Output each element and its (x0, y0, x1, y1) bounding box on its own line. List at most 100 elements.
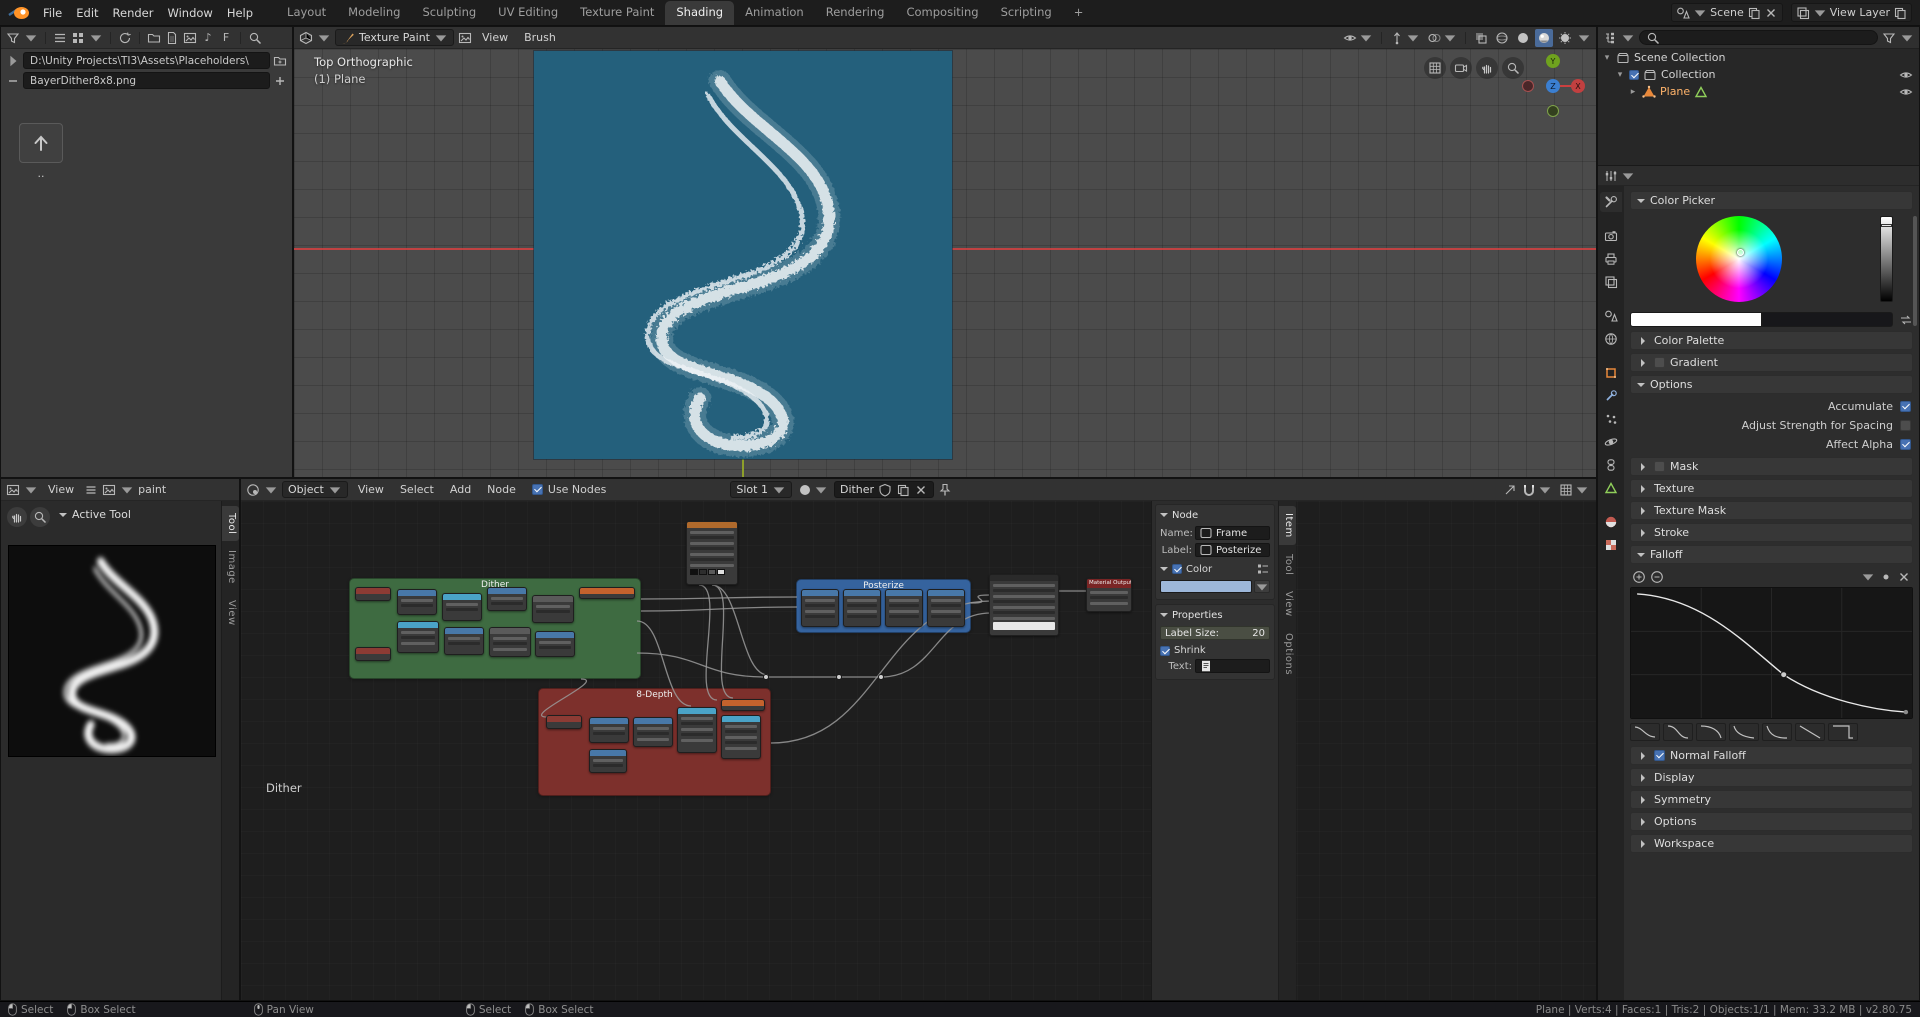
shader-node[interactable] (677, 707, 717, 753)
section-symmetry[interactable]: Symmetry (1630, 790, 1913, 809)
shader-node[interactable] (535, 631, 575, 657)
delete-point-icon[interactable] (1897, 570, 1911, 584)
chevron-down-icon[interactable] (1900, 31, 1914, 45)
properties-tab-material[interactable] (1600, 512, 1622, 532)
properties-tab-physics[interactable] (1600, 432, 1622, 452)
copy-icon[interactable] (1893, 6, 1907, 20)
chevron-down-icon[interactable] (89, 31, 103, 45)
pin-icon[interactable] (938, 483, 952, 497)
falloff-preset-sharp[interactable] (1762, 723, 1792, 741)
shader-tab-tool[interactable]: Tool (1279, 547, 1296, 582)
shader-node[interactable] (487, 587, 527, 611)
shader-node[interactable] (397, 621, 439, 653)
shader-node[interactable] (355, 647, 391, 661)
filter-folder-icon[interactable] (147, 31, 161, 45)
falloff-preset-smooth[interactable] (1630, 723, 1660, 741)
shader-node[interactable] (633, 717, 673, 747)
mode-dropdown[interactable]: Texture Paint (335, 29, 454, 46)
camera-view-icon[interactable] (1450, 57, 1472, 79)
label-size-slider[interactable]: Label Size:20 (1160, 626, 1270, 640)
workspace-tab-layout[interactable]: Layout (276, 1, 337, 25)
properties-tab-world[interactable] (1600, 329, 1622, 349)
painted-plane[interactable] (534, 51, 952, 459)
blender-logo-icon[interactable] (8, 6, 30, 20)
shader-node[interactable] (532, 595, 574, 623)
material-name-input[interactable]: Dither (834, 481, 934, 498)
shading-wireframe[interactable] (1493, 29, 1511, 47)
filter-document-icon[interactable] (165, 31, 179, 45)
disclosure-arrow[interactable]: ▾ (1602, 53, 1612, 63)
workspace-tab-compositing[interactable]: Compositing (895, 1, 989, 25)
copy-icon[interactable] (1747, 6, 1761, 20)
properties-tab-viewlayer[interactable] (1600, 272, 1622, 292)
gizmos-toggle[interactable] (1388, 29, 1422, 47)
frame-color-swatch[interactable] (1160, 580, 1252, 593)
visibility-eye-icon[interactable] (1899, 68, 1913, 82)
outliner-item-scene-collection[interactable]: ▾Scene Collection (1598, 49, 1919, 66)
properties-tab-texture[interactable] (1600, 535, 1622, 555)
section-texture[interactable]: Texture (1630, 479, 1913, 498)
normal-falloff-checkbox[interactable] (1654, 750, 1665, 761)
grid-toggle-icon[interactable] (1424, 57, 1446, 79)
properties-tab-scene[interactable] (1600, 306, 1622, 326)
menu-view[interactable]: View (42, 481, 80, 498)
increment-icon[interactable] (273, 74, 287, 88)
section-normal-falloff[interactable]: Normal Falloff (1630, 746, 1913, 765)
secondary-color-swatch[interactable] (1762, 312, 1894, 327)
fake-user-icon[interactable] (878, 483, 892, 497)
menu-brush[interactable]: Brush (518, 29, 562, 46)
search-icon[interactable] (248, 31, 262, 45)
shader-tab-options[interactable]: Options (1279, 626, 1296, 682)
node-label-input[interactable]: Posterize (1195, 543, 1270, 557)
falloff-preset-smoother[interactable] (1663, 723, 1693, 741)
menu-edit[interactable]: Edit (69, 3, 105, 23)
swap-colors-icon[interactable] (1899, 313, 1913, 327)
scrollbar[interactable] (1913, 216, 1917, 326)
menu-render[interactable]: Render (106, 3, 161, 23)
section-falloff[interactable]: Falloff (1630, 545, 1913, 564)
shader-node[interactable] (721, 715, 761, 759)
menu-select[interactable]: Select (394, 481, 440, 498)
workspace-tab-sculpting[interactable]: Sculpting (411, 1, 487, 25)
shader-tab-view[interactable]: View (1279, 584, 1296, 624)
workspace-tab-shading[interactable]: Shading (665, 1, 734, 25)
properties-tab-particles[interactable] (1600, 409, 1622, 429)
section-options[interactable]: Options (1630, 375, 1913, 394)
disclosure-arrow[interactable]: ▾ (1615, 70, 1625, 80)
properties-tab-render[interactable] (1600, 226, 1622, 246)
adjust-strength-checkbox[interactable] (1900, 420, 1911, 431)
view-layer-selector[interactable]: View Layer (1791, 3, 1912, 22)
zoom-in-icon[interactable] (1632, 570, 1646, 584)
visibility-eye-icon[interactable] (1899, 85, 1913, 99)
filename-input[interactable]: BayerDither8x8.png (23, 72, 270, 89)
color-wheel-cursor[interactable] (1737, 249, 1744, 256)
properties-tab-tool[interactable] (1600, 192, 1622, 212)
frame-color-checkbox[interactable] (1172, 564, 1182, 574)
menu-file[interactable]: File (36, 3, 69, 23)
shader-node[interactable] (801, 589, 839, 627)
workspace-tab-+[interactable]: + (1063, 1, 1095, 25)
properties-panel-header[interactable]: Properties (1160, 607, 1270, 623)
menus-collapsed-icon[interactable] (84, 483, 98, 497)
affect-alpha-checkbox[interactable] (1900, 439, 1911, 450)
chevron-down-icon[interactable] (120, 483, 134, 497)
material-slot-dropdown[interactable]: Slot 1 (730, 481, 792, 498)
close-icon[interactable] (1764, 6, 1778, 20)
scene-selector[interactable]: Scene (1671, 3, 1783, 22)
workspace-tab-texture-paint[interactable]: Texture Paint (569, 1, 665, 25)
new-folder-icon[interactable] (273, 54, 287, 68)
workspace-tab-modeling[interactable]: Modeling (337, 1, 411, 25)
shader-node[interactable] (579, 587, 635, 599)
shader-node[interactable] (885, 589, 923, 627)
properties-tab-modifiers[interactable] (1600, 386, 1622, 406)
auto-offset-icon[interactable] (1503, 483, 1517, 497)
workspace-tab-scripting[interactable]: Scripting (990, 1, 1063, 25)
section-workspace[interactable]: Workspace (1630, 834, 1913, 853)
shader-node[interactable] (355, 587, 391, 601)
disclosure-arrow[interactable]: ▸ (1628, 87, 1638, 97)
editor-type-icon[interactable] (6, 483, 20, 497)
collection-checkbox[interactable] (1629, 70, 1639, 80)
menu-window[interactable]: Window (160, 3, 219, 23)
section-gradient[interactable]: Gradient (1630, 353, 1913, 372)
shading-material-preview[interactable] (1535, 29, 1553, 47)
